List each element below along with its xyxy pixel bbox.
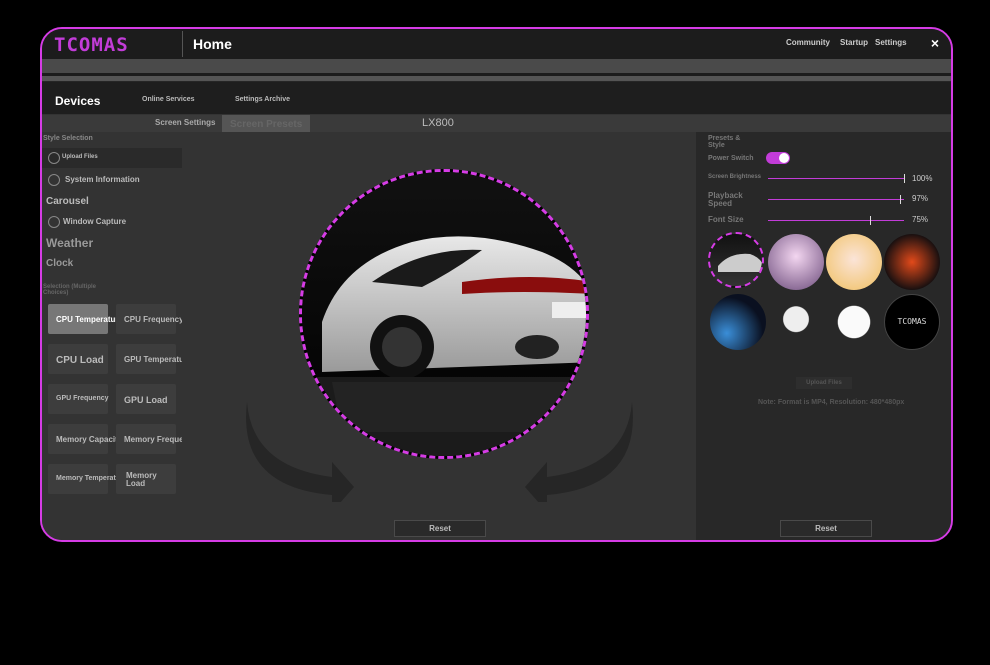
- power-switch-toggle[interactable]: [766, 152, 790, 164]
- preset-earth[interactable]: [710, 294, 766, 350]
- playback-speed-label: Playback Speed: [708, 191, 743, 208]
- tile-memory-frequency[interactable]: Memory Frequency: [116, 424, 197, 454]
- tile-memory-temperature[interactable]: Memory Temperature: [48, 464, 127, 494]
- tile-memory-capacity[interactable]: Memory Capacity: [48, 424, 122, 454]
- style-selection-label: Style Selection: [43, 135, 93, 142]
- preset-tcomas-logo[interactable]: TCOMAS: [884, 294, 940, 350]
- nav-community[interactable]: Community: [786, 38, 830, 47]
- sidebar-item-weather[interactable]: Weather: [46, 236, 93, 250]
- brightness-label: Screen Brightness: [708, 174, 762, 180]
- selection-multiple-label: Selection (Multiple Choices): [43, 284, 97, 296]
- page-title: Home: [193, 36, 232, 52]
- power-switch-label: Power Switch: [708, 155, 754, 162]
- upload-files-row[interactable]: Upload Files: [42, 148, 182, 168]
- nav-startup[interactable]: Startup: [840, 38, 868, 47]
- tile-gpu-temperature[interactable]: GPU Temperature: [116, 344, 191, 374]
- device-model: LX800: [422, 117, 454, 129]
- tile-gpu-load[interactable]: GPU Load: [116, 384, 176, 414]
- tab-screen-settings[interactable]: Screen Settings: [155, 118, 215, 127]
- preset-fire-monster[interactable]: [884, 234, 940, 290]
- settings-panel: Presets & Style Power Switch Screen Brig…: [696, 132, 951, 540]
- app-window: TCOMAS Home Community Startup Settings ×…: [40, 27, 953, 542]
- tile-memory-load[interactable]: Memory Load: [116, 464, 176, 494]
- font-size-value: 75%: [912, 215, 929, 224]
- upload-icon: [48, 152, 60, 164]
- header-stripe-light: [42, 76, 951, 81]
- tab-online-services[interactable]: Online Services: [142, 96, 195, 103]
- reset-button-center[interactable]: Reset: [394, 520, 486, 537]
- system-info-icon: [48, 174, 60, 186]
- upload-note: Note: Format is MP4, Resolution: 480*480…: [758, 399, 905, 406]
- preset-car[interactable]: [708, 232, 764, 288]
- nav-settings[interactable]: Settings: [875, 38, 907, 47]
- title-divider: [182, 31, 183, 57]
- brightness-value: 100%: [912, 174, 933, 183]
- sidebar: Style Selection Upload Files System Info…: [42, 132, 197, 540]
- speed-knob[interactable]: [899, 195, 901, 204]
- sidebar-item-window-capture[interactable]: Window Capture: [63, 217, 126, 226]
- speed-slider[interactable]: [768, 195, 904, 204]
- preset-robot[interactable]: [826, 294, 882, 350]
- tile-cpu-temperature[interactable]: CPU Temperature: [48, 304, 123, 334]
- title-bar: TCOMAS Home Community Startup Settings ×: [42, 29, 951, 59]
- speed-value: 97%: [912, 194, 929, 203]
- reset-button-right[interactable]: Reset: [780, 520, 872, 537]
- sub-tabs: Screen Settings Screen Presets LX800: [42, 115, 951, 132]
- header-stripe: [42, 59, 951, 73]
- brand-logo: TCOMAS: [54, 34, 129, 56]
- tab-settings-archive[interactable]: Settings Archive: [235, 96, 290, 103]
- presets-style-label: Presets & Style: [708, 135, 741, 149]
- main-tabs: Devices Online Services Settings Archive: [42, 82, 951, 115]
- car-thumbnail-icon: [718, 253, 762, 272]
- sidebar-item-carousel[interactable]: Carousel: [46, 196, 89, 207]
- window-capture-icon: [48, 216, 60, 228]
- font-size-knob[interactable]: [870, 216, 871, 225]
- brightness-knob[interactable]: [904, 174, 905, 183]
- screen-preview[interactable]: [299, 169, 589, 459]
- brightness-slider[interactable]: [768, 174, 905, 183]
- upload-files-label: Upload Files: [62, 154, 98, 160]
- upload-files-button[interactable]: Upload Files: [796, 377, 852, 389]
- font-size-label: Font Size: [708, 215, 744, 224]
- sidebar-item-clock[interactable]: Clock: [46, 258, 73, 269]
- car-preview-image: [302, 172, 586, 456]
- close-icon[interactable]: ×: [931, 35, 939, 51]
- font-size-slider[interactable]: [768, 216, 904, 225]
- preset-anime-pink[interactable]: [826, 234, 882, 290]
- preset-anime-girl[interactable]: [768, 234, 824, 290]
- preset-astronaut[interactable]: [768, 294, 824, 350]
- tile-cpu-frequency[interactable]: CPU Frequency: [116, 304, 184, 334]
- tab-devices[interactable]: Devices: [55, 94, 100, 108]
- sidebar-item-system-information[interactable]: System Information: [65, 175, 140, 184]
- tab-screen-presets[interactable]: Screen Presets: [222, 115, 311, 132]
- tile-gpu-frequency[interactable]: GPU Frequency: [48, 384, 109, 414]
- tile-cpu-load[interactable]: CPU Load: [48, 344, 108, 374]
- preview-panel: Reset: [182, 132, 696, 540]
